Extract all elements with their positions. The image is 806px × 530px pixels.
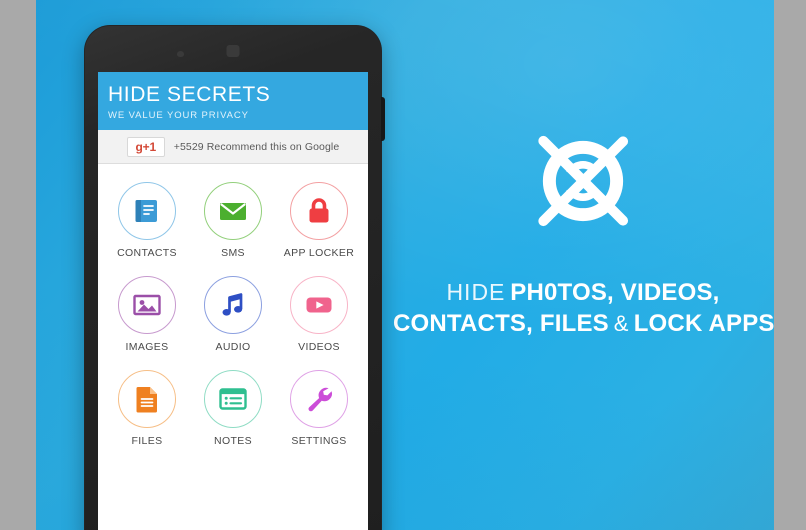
audio-icon-ring (204, 276, 262, 334)
grid-label-videos: VIDEOS (298, 341, 340, 353)
app-title: HIDE SECRETS (108, 83, 271, 106)
app-feature-grid: CONTACTS SMS APP LOCKER IMAGES AUDIO VID… (98, 164, 368, 447)
grid-item-audio[interactable]: AUDIO (190, 276, 276, 353)
safe-vault-dial-logo (538, 135, 629, 227)
phone-speaker-icon (226, 45, 240, 57)
music-note-icon (222, 293, 243, 316)
document-icon (136, 387, 157, 413)
tagline-hide-word: HIDE (446, 279, 506, 305)
notes-icon-ring (204, 370, 262, 428)
padlock-icon (309, 198, 329, 223)
app-subtitle: WE VALUE YOUR PRIVACY (108, 110, 249, 121)
grid-item-files[interactable]: FILES (104, 370, 190, 447)
grid-item-contacts[interactable]: CONTACTS (104, 182, 190, 259)
videos-icon-ring (290, 276, 348, 334)
notes-list-icon (219, 388, 247, 410)
right-gutter-bar (774, 0, 806, 530)
google-plus-one-bar[interactable]: g+1 +5529 Recommend this on Google (98, 130, 368, 164)
play-video-icon (306, 297, 332, 313)
phone-screen: HIDE SECRETS WE VALUE YOUR PRIVACY g+1 +… (98, 72, 368, 530)
tagline-line-1-bold: PH0TOS, VIDEOS, (510, 279, 720, 306)
grid-label-files: FILES (131, 435, 163, 447)
grid-label-app-locker: APP LOCKER (283, 247, 355, 259)
power-button[interactable] (381, 97, 385, 141)
promo-screenshot: HIDE PH0TOS, VIDEOS, CONTACTS, FILES & L… (0, 0, 806, 530)
app-header: HIDE SECRETS WE VALUE YOUR PRIVACY (98, 72, 368, 130)
grid-label-settings: SETTINGS (291, 435, 347, 447)
grid-item-settings[interactable]: SETTINGS (276, 370, 362, 447)
google-plus-one-icon[interactable]: g+1 (126, 136, 165, 157)
contacts-icon-ring (118, 182, 176, 240)
proximity-sensor-icon (177, 51, 184, 57)
grid-item-sms[interactable]: SMS (190, 182, 276, 259)
grid-item-notes[interactable]: NOTES (190, 370, 276, 447)
photo-icon (133, 294, 161, 316)
app-locker-icon-ring (290, 182, 348, 240)
settings-icon-ring (290, 370, 348, 428)
grid-label-audio: AUDIO (215, 341, 251, 353)
files-icon-ring (118, 370, 176, 428)
grid-label-notes: NOTES (214, 435, 252, 447)
tagline-line-2-bold-b: LOCK APPS (633, 309, 775, 337)
hero-panel: HIDE PH0TOS, VIDEOS, CONTACTS, FILES & L… (392, 0, 774, 530)
grid-item-videos[interactable]: VIDEOS (276, 276, 362, 353)
left-gutter-bar (0, 0, 36, 530)
hero-tagline: HIDE PH0TOS, VIDEOS, CONTACTS, FILES & L… (393, 278, 775, 340)
sms-icon-ring (204, 182, 262, 240)
envelope-icon (220, 203, 246, 220)
grid-label-contacts: CONTACTS (117, 247, 177, 259)
tagline-line-1: HIDE PH0TOS, VIDEOS, (393, 278, 773, 309)
tagline-line-2-bold-a: CONTACTS, FILES (393, 309, 609, 337)
google-plus-one-label: +5529 Recommend this on Google (173, 140, 340, 153)
grid-item-images[interactable]: IMAGES (104, 276, 190, 353)
grid-item-app-locker[interactable]: APP LOCKER (276, 182, 362, 259)
images-icon-ring (118, 276, 176, 334)
tagline-line-2: CONTACTS, FILES & LOCK APPS (393, 309, 775, 340)
wrench-icon (308, 387, 332, 412)
phone-mockup: HIDE SECRETS WE VALUE YOUR PRIVACY g+1 +… (84, 25, 385, 530)
tagline-ampersand: & (613, 310, 629, 336)
address-book-icon (135, 200, 157, 222)
grid-label-images: IMAGES (125, 341, 169, 353)
grid-label-sms: SMS (221, 247, 245, 259)
